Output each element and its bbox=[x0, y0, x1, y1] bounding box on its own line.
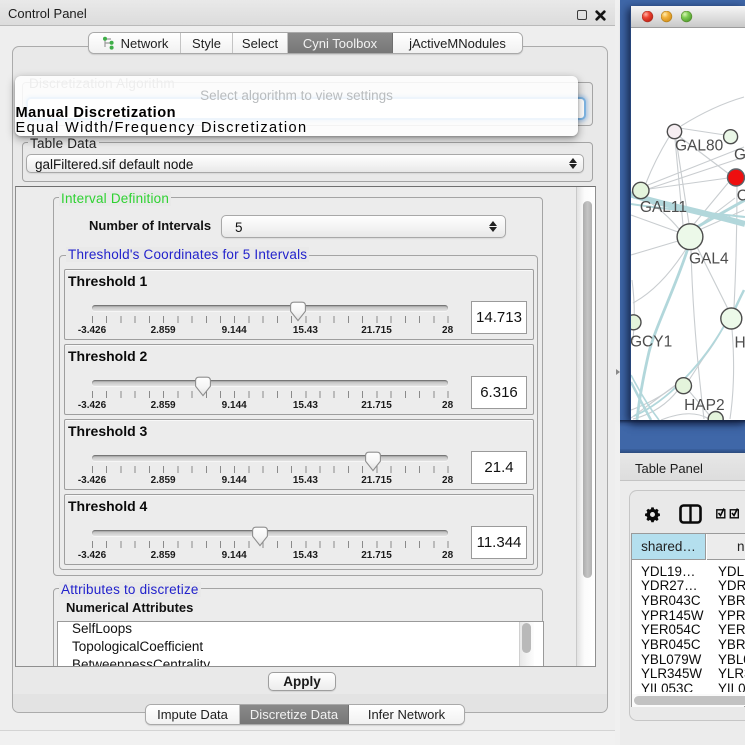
svg-text:GAL11: GAL11 bbox=[640, 199, 687, 216]
svg-text:GA: GA bbox=[734, 147, 745, 164]
svg-text:H: H bbox=[735, 335, 745, 352]
svg-text:HAP2: HAP2 bbox=[684, 397, 725, 414]
svg-text:GAL80: GAL80 bbox=[675, 138, 724, 155]
svg-text:GAL4: GAL4 bbox=[689, 250, 729, 267]
svg-text:C: C bbox=[737, 187, 745, 204]
svg-text:GCY1: GCY1 bbox=[631, 334, 672, 351]
